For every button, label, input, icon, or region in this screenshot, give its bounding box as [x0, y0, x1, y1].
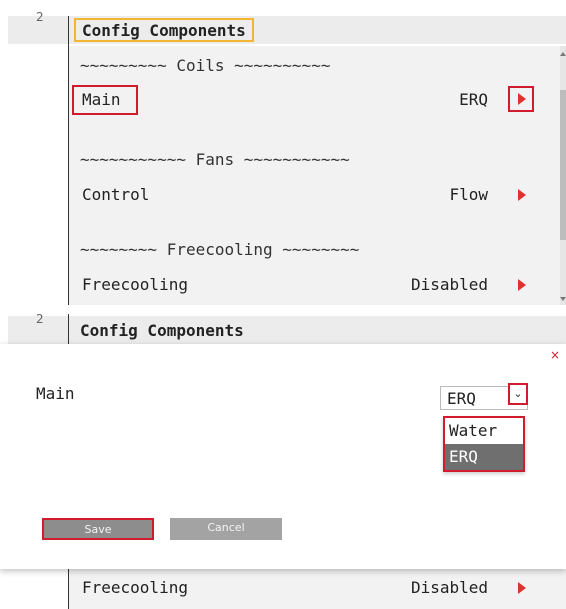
select-value: ERQ: [447, 389, 476, 408]
section-freecooling: ~~~~~~~~ Freecooling ~~~~~~~~: [80, 240, 360, 259]
row-value-freecooling: Disabled: [410, 578, 488, 597]
section-coils: ~~~~~~~~~ Coils ~~~~~~~~~~: [80, 56, 331, 75]
gutter-divider: [68, 16, 69, 305]
page-title: Config Components: [74, 18, 254, 42]
play-arrow-icon[interactable]: [518, 582, 526, 594]
save-button[interactable]: Save: [42, 518, 154, 540]
config-list: [68, 46, 566, 305]
close-icon[interactable]: ×: [550, 348, 560, 362]
play-arrow-icon[interactable]: [518, 189, 526, 201]
line-number: 2: [36, 10, 44, 24]
page-title: Config Components: [80, 321, 244, 340]
play-arrow-icon[interactable]: [518, 279, 526, 291]
scroll-up-icon[interactable]: [560, 52, 566, 56]
select-dropdown: Water ERQ: [443, 416, 525, 472]
row-label-control: Control: [82, 185, 150, 204]
row-value-main: ERQ: [459, 90, 488, 109]
scrollbar-thumb[interactable]: [560, 90, 566, 240]
main-select[interactable]: ERQ ⌄: [440, 383, 528, 410]
row-value-freecooling: Disabled: [410, 275, 488, 294]
row-label-freecooling: Freecooling: [82, 275, 188, 294]
scroll-down-icon[interactable]: [560, 297, 566, 301]
row-value-control: Flow: [449, 185, 488, 204]
line-number: 2: [36, 312, 44, 326]
play-arrow-icon[interactable]: [518, 93, 526, 105]
top-panel: 2 Config Components ~~~~~~~~~ Coils ~~~~…: [0, 0, 566, 305]
chevron-down-icon[interactable]: ⌄: [508, 383, 528, 405]
main-highlight: [72, 85, 138, 115]
field-label-main: Main: [36, 384, 75, 403]
option-water[interactable]: Water: [445, 418, 523, 444]
row-label-freecooling: Freecooling: [82, 578, 188, 597]
bottom-panel: 2 Config Components × Main ERQ ⌄ Water E…: [0, 310, 566, 609]
option-erq[interactable]: ERQ: [445, 444, 523, 470]
section-fans: ~~~~~~~~~~~ Fans ~~~~~~~~~~~: [80, 150, 350, 169]
edit-modal: × Main ERQ ⌄ Water ERQ Save Cancel: [0, 344, 566, 569]
cancel-button[interactable]: Cancel: [170, 518, 282, 540]
